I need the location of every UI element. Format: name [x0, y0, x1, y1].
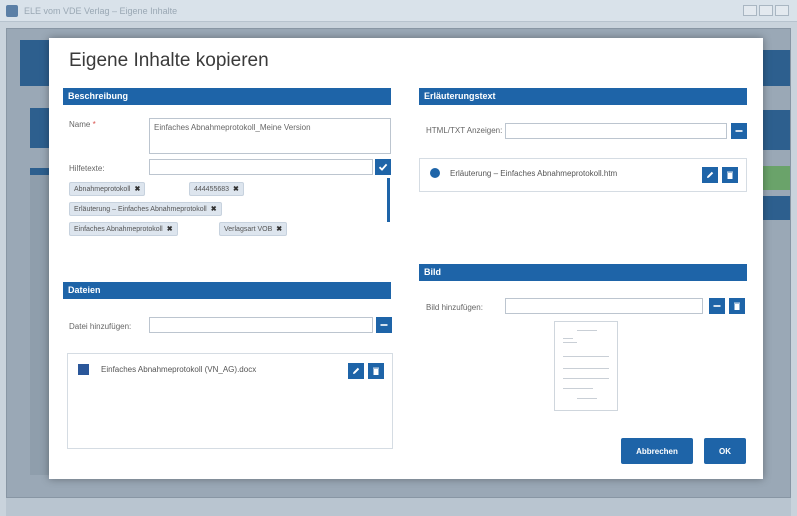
files-panel: Einfaches Abnahmeprotokoll (VN_AG).docx — [67, 353, 393, 449]
close-window-button[interactable] — [775, 5, 789, 16]
background-side-tile — [760, 110, 790, 150]
pencil-icon — [353, 367, 360, 374]
image-header: Bild — [419, 264, 747, 281]
remove-tag-icon[interactable]: ✖ — [233, 186, 239, 193]
keywords-input[interactable] — [149, 159, 373, 175]
minus-icon — [713, 305, 721, 307]
remove-tag-icon[interactable]: ✖ — [211, 206, 217, 213]
minimize-button[interactable] — [743, 5, 757, 16]
file-name: Einfaches Abnahmeprotokoll (VN_AG).docx — [101, 365, 257, 374]
copy-content-dialog: Eigene Inhalte kopieren Beschreibung Nam… — [49, 38, 763, 479]
explanation-file-name: Erläuterung – Einfaches Abnahmeprotokoll… — [450, 168, 618, 178]
add-file-label: Datei hinzufügen: — [69, 322, 132, 331]
files-header: Dateien — [63, 282, 391, 299]
background-side-bar — [760, 196, 790, 220]
minus-icon — [735, 130, 743, 132]
delete-image-button[interactable] — [729, 298, 745, 314]
name-label: Name * — [69, 120, 96, 129]
edit-file-button[interactable] — [348, 363, 364, 379]
keywords-label: Hilfetexte: — [69, 164, 105, 173]
dialog-title: Eigene Inhalte kopieren — [69, 50, 269, 71]
remove-file-input-button[interactable] — [376, 317, 392, 333]
remove-image-input-button[interactable] — [709, 298, 725, 314]
add-image-input[interactable] — [505, 298, 703, 314]
add-file-input[interactable] — [149, 317, 373, 333]
app-icon — [6, 4, 18, 17]
word-doc-icon — [78, 364, 89, 375]
globe-icon — [430, 168, 440, 178]
tag-chip[interactable]: Einfaches Abnahmeprotokoll ✖ — [69, 222, 178, 236]
trash-icon — [734, 302, 740, 310]
tag-chip[interactable]: 444455683 ✖ — [189, 182, 244, 196]
tag-chip[interactable]: Abnahmeprotokoll ✖ — [69, 182, 146, 196]
cancel-button[interactable]: Abbrechen — [621, 438, 693, 464]
tags-list: Abnahmeprotokoll ✖ 444455683 ✖ Erläuterung… — [69, 182, 391, 240]
background-tile — [30, 108, 50, 148]
pencil-icon — [707, 171, 714, 178]
explanation-file-row: Erläuterung – Einfaches Abnahmeprotokoll… — [430, 168, 617, 178]
description-header: Beschreibung — [63, 88, 391, 105]
file-row: Einfaches Abnahmeprotokoll (VN_AG).docx — [78, 364, 256, 375]
image-thumbnail — [554, 321, 618, 411]
remove-tag-icon[interactable]: ✖ — [167, 226, 173, 233]
remove-tag-icon[interactable]: ✖ — [276, 226, 282, 233]
name-input[interactable]: Einfaches Abnahmeprotokoll_Meine Version — [149, 118, 391, 154]
window-controls — [743, 5, 789, 16]
tag-chip[interactable]: Erläuterung – Einfaches Abnahmeprotokoll… — [69, 202, 222, 216]
minus-icon — [380, 324, 388, 326]
window-titlebar: ELE vom VDE Verlag – Eigene Inhalte — [0, 0, 797, 22]
html-file-input[interactable] — [505, 123, 727, 139]
ok-button[interactable]: OK — [704, 438, 746, 464]
background-statusbar — [6, 498, 791, 516]
maximize-button[interactable] — [759, 5, 773, 16]
check-icon — [378, 163, 388, 171]
explanation-file-panel: Erläuterung – Einfaches Abnahmeprotokoll… — [419, 158, 747, 192]
remove-html-button[interactable] — [731, 123, 747, 139]
background-green-button — [760, 166, 790, 190]
background-user-block — [760, 50, 790, 86]
delete-file-button[interactable] — [368, 363, 384, 379]
remove-tag-icon[interactable]: ✖ — [134, 186, 140, 193]
edit-explanation-button[interactable] — [702, 167, 718, 183]
tags-scrollbar[interactable] — [387, 178, 390, 222]
html-label: HTML/TXT Anzeigen: — [426, 126, 503, 135]
name-label-text: Name — [69, 120, 91, 129]
add-image-label: Bild hinzufügen: — [426, 303, 483, 312]
confirm-keyword-button[interactable] — [375, 159, 391, 175]
explanation-header: Erläuterungstext — [419, 88, 747, 105]
trash-icon — [727, 171, 733, 179]
trash-icon — [373, 367, 379, 375]
required-mark: * — [92, 120, 96, 129]
window-title: ELE vom VDE Verlag – Eigene Inhalte — [24, 5, 178, 16]
tag-chip[interactable]: Verlagsart VOB ✖ — [219, 222, 288, 236]
background-logo — [20, 40, 50, 86]
delete-explanation-button[interactable] — [722, 167, 738, 183]
